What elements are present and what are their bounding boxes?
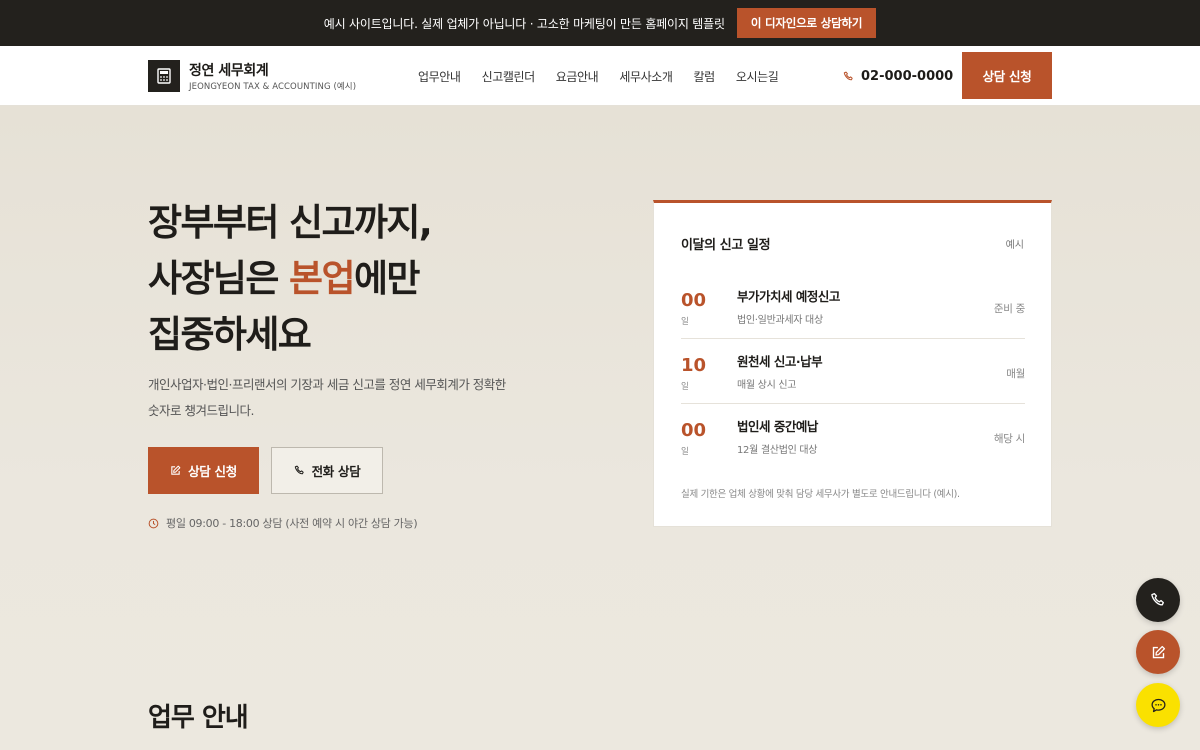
- hero-description: 개인사업자·법인·프리랜서의 기장과 세금 신고를 정연 세무회계가 정확한 숫…: [148, 372, 568, 424]
- schedule-row: 10 일 원천세 신고·납부 매월 상시 신고 매월: [681, 339, 1025, 404]
- schedule-day: 00: [681, 290, 707, 311]
- nav-consult-button[interactable]: 상담 신청: [962, 52, 1052, 99]
- hero-phone-button[interactable]: 전화 상담: [271, 447, 383, 494]
- nav-item-calendar[interactable]: 신고캘린더: [482, 68, 536, 85]
- services-section-title: 업무 안내: [148, 703, 249, 733]
- schedule-note: 실제 기한은 업체 상황에 맞춰 담당 세무사가 별도로 안내드립니다 (예시)…: [681, 489, 960, 500]
- schedule-status: 매월: [1006, 368, 1025, 380]
- hero-desc-line2: 숫자로 챙겨드립니다.: [148, 403, 254, 418]
- hero-title-line3: 집중하세요: [148, 313, 312, 356]
- schedule-target: 법인·일반과세자 대상: [737, 315, 823, 326]
- phone-icon: [1150, 592, 1166, 608]
- schedule-status: 해당 시: [993, 433, 1025, 445]
- hero-title-line2-pre: 사장님은: [148, 257, 290, 300]
- hero-phone-label: 전화 상담: [311, 464, 361, 479]
- phone-icon: [843, 71, 854, 82]
- floating-consult-button[interactable]: [1136, 630, 1180, 674]
- hero-desc-line1: 개인사업자·법인·프리랜서의 기장과 세금 신고를 정연 세무회계가 정확한: [148, 377, 506, 392]
- design-consult-button[interactable]: 이 디자인으로 상담하기: [736, 8, 877, 38]
- chat-bubble-icon: [1150, 697, 1167, 714]
- hero-title-line1: 장부부터 신고까지,: [148, 201, 433, 244]
- hero-consult-button[interactable]: 상담 신청: [148, 447, 259, 494]
- hero-consult-label: 상담 신청: [188, 464, 237, 479]
- nav-phone-link[interactable]: 02-000-0000: [843, 46, 953, 106]
- nav-item-location[interactable]: 오시는길: [736, 68, 779, 85]
- schedule-target: 매월 상시 신고: [737, 380, 797, 391]
- schedule-name: 부가가치세 예정신고: [737, 289, 840, 304]
- nav-menu: 업무안내 신고캘린더 요금안내 세무사소개 칼럼 오시는길: [418, 46, 779, 106]
- schedule-card-tag: 예시: [1005, 240, 1024, 251]
- phone-icon: [294, 465, 305, 476]
- nav-item-pricing[interactable]: 요금안내: [556, 68, 599, 85]
- hero-title-line2-post: 에만: [353, 257, 420, 300]
- brand-name[interactable]: 정연 세무회계: [189, 60, 269, 80]
- nav-item-services[interactable]: 업무안내: [418, 68, 461, 85]
- schedule-card-header: 이달의 신고 일정 예시: [681, 234, 1024, 254]
- schedule-day-unit: 일: [681, 382, 689, 392]
- schedule-name: 법인세 중간예납: [737, 419, 818, 434]
- schedule-status: 준비 중: [993, 303, 1025, 315]
- schedule-card-title: 이달의 신고 일정: [681, 238, 771, 253]
- schedule-day-unit: 일: [681, 447, 689, 457]
- brand-subtitle: JEONGYEON TAX & ACCOUNTING (예시): [189, 82, 357, 92]
- edit-icon: [1151, 645, 1166, 660]
- calculator-icon[interactable]: [148, 60, 180, 92]
- clock-icon: [148, 518, 159, 529]
- announcement-bar: 예시 사이트입니다. 실제 업체가 아닙니다 · 고소한 마케팅이 만든 홈페이…: [0, 0, 1200, 46]
- phone-number: 02-000-0000: [861, 68, 954, 84]
- schedule-row: 00 일 부가가치세 예정신고 법인·일반과세자 대상 준비 중: [681, 274, 1025, 339]
- floating-call-button[interactable]: [1136, 578, 1180, 622]
- schedule-day: 10: [681, 355, 707, 376]
- announcement-text: 예시 사이트입니다. 실제 업체가 아닙니다 · 고소한 마케팅이 만든 홈페이…: [323, 16, 725, 31]
- schedule-day: 00: [681, 420, 707, 441]
- edit-icon: [170, 465, 181, 476]
- hero-title: 장부부터 신고까지, 사장님은 본업에만 집중하세요: [148, 195, 588, 363]
- main-navigation: 정연 세무회계 JEONGYEON TAX & ACCOUNTING (예시) …: [0, 46, 1200, 106]
- schedule-target: 12월 결산법인 대상: [737, 445, 818, 456]
- nav-item-about[interactable]: 세무사소개: [619, 68, 673, 85]
- nav-item-column[interactable]: 칼럼: [694, 68, 716, 85]
- filing-schedule-card: 이달의 신고 일정 예시 00 일 부가가치세 예정신고 법인·일반과세자 대상…: [653, 200, 1052, 527]
- floating-chat-button[interactable]: [1136, 683, 1180, 727]
- hero-title-accent: 본업: [289, 257, 355, 300]
- business-hours-text: 평일 09:00 - 18:00 상담 (사전 예약 시 야간 상담 가능): [166, 517, 418, 530]
- business-hours: 평일 09:00 - 18:00 상담 (사전 예약 시 야간 상담 가능): [148, 515, 418, 531]
- schedule-day-unit: 일: [681, 317, 689, 327]
- schedule-name: 원천세 신고·납부: [737, 354, 823, 369]
- schedule-row: 00 일 법인세 중간예납 12월 결산법인 대상 해당 시: [681, 404, 1025, 469]
